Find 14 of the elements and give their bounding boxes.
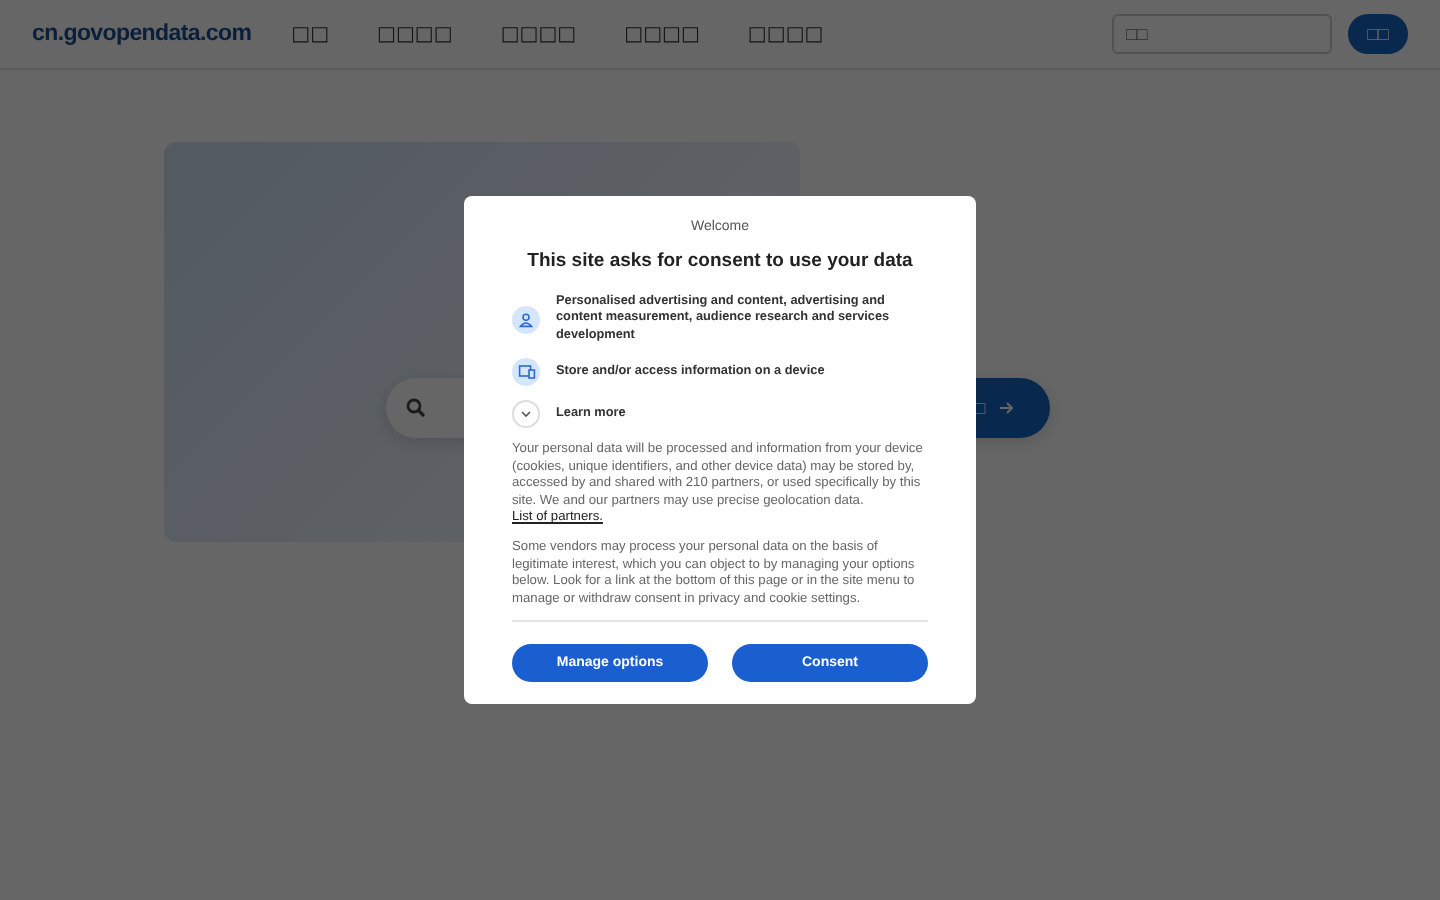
nav-link[interactable]: □□ bbox=[291, 23, 330, 45]
device-icon bbox=[512, 358, 540, 387]
nav-link[interactable]: □□□□ bbox=[500, 23, 577, 45]
dialog-title: This site asks for consent to use your data bbox=[525, 249, 915, 275]
site-logo[interactable]: cn.govopendata.com bbox=[32, 22, 252, 46]
search-icon bbox=[406, 398, 426, 418]
search-button[interactable]: □□ bbox=[1348, 14, 1408, 54]
nav-link[interactable]: □□□□ bbox=[747, 23, 824, 45]
person-icon bbox=[512, 305, 540, 334]
nav-link[interactable]: □□□□ bbox=[377, 23, 453, 45]
search-field[interactable]: □□ bbox=[1112, 14, 1332, 54]
chevron-down-icon[interactable] bbox=[512, 400, 540, 429]
arrow-right-icon bbox=[997, 400, 1014, 416]
nav-link[interactable]: □□□□ bbox=[624, 23, 700, 45]
